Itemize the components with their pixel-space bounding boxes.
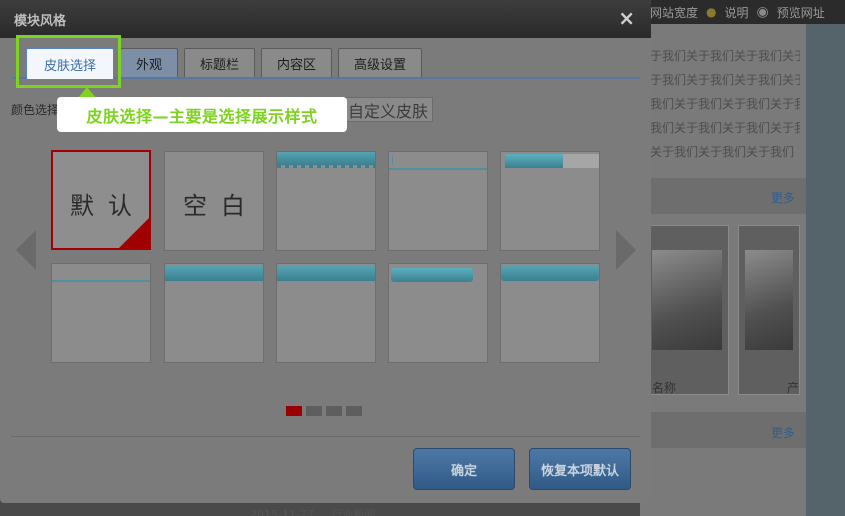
skin-option[interactable] [388,263,488,363]
background-text: 于我们关于我们关于我们关于 于我们关于我们关于我们关于 我们关于我们关于我们关于… [650,44,800,164]
background-image-card: 产 [738,225,800,395]
pager-dot-2[interactable] [306,406,322,416]
news-category[interactable]: 行业新闻 [331,508,375,516]
text-line: 我们关于我们关于我们关于我 [650,121,800,135]
more-link[interactable]: 更多 [771,189,795,206]
background-topbar: 网站宽度 ● 说明 ◉ 预览网址 [640,0,845,24]
skin-preview-bar [165,266,263,281]
skin-preview-bar [277,266,375,281]
skin-option[interactable] [164,263,264,363]
skin-option[interactable] [276,151,376,251]
tab-label: 标题栏 [200,58,240,73]
news-date: 2015-11-27 [250,508,314,516]
lightbulb-icon: ● [706,5,717,19]
product-image [652,250,722,350]
custom-skin-button[interactable]: 自定义皮肤 [343,97,434,122]
skin-preview-bar [505,154,563,168]
background-right-strip [806,24,845,516]
dialog-title: 模块风格 [14,14,67,29]
skin-pager [286,406,362,416]
tab-label: 外观 [136,58,163,73]
pager-dot-4[interactable] [346,406,362,416]
tab-appearance[interactable]: 外观 [120,48,179,78]
annotation-tooltip: 皮肤选择—主要是选择展示样式 [57,97,347,132]
text-line: 于我们关于我们关于我们关于 [650,49,800,63]
skin-preview-bar [391,268,473,282]
tab-content-area[interactable]: 内容区 [261,48,333,78]
preview-link[interactable]: 预览网址 [777,4,825,21]
prev-arrow-icon[interactable] [16,230,36,270]
skin-preview-bar [501,266,599,281]
text-line: 关于我们关于我们关于我们 [650,145,795,159]
background-image-card: 名称 [645,225,729,395]
more-link[interactable]: 更多 [771,424,795,441]
skin-preview-tick [392,156,393,164]
skin-preview-line [52,280,150,282]
skin-default[interactable]: 默认 [51,150,151,250]
selected-corner-icon [119,218,149,248]
text-line: 我们关于我们关于我们关于我 [650,97,800,111]
skin-option[interactable] [500,263,600,363]
text-line: 于我们关于我们关于我们关于 [650,73,800,87]
skin-option[interactable] [51,263,151,363]
site-width-link[interactable]: 网站宽度 [650,4,698,21]
skin-option[interactable] [500,151,600,251]
dialog-titlebar[interactable]: 模块风格 × [0,0,651,38]
pager-dot-1[interactable] [286,406,302,416]
confirm-button[interactable]: 确定 [413,448,515,490]
background-news-row: 2015-11-27 行业新闻 [250,506,375,516]
product-image [745,250,793,350]
tab-advanced-settings[interactable]: 高级设置 [338,48,423,78]
module-style-dialog: 模块风格 × 外观 标题栏 内容区 高级设置 皮肤选择 颜色选择 自定义皮肤 皮… [0,0,651,503]
tab-label: 内容区 [277,58,317,73]
skin-label: 空白 [183,192,259,220]
next-arrow-icon[interactable] [616,230,636,270]
tab-label: 高级设置 [354,58,407,73]
help-link[interactable]: 说明 [725,4,749,21]
skin-option[interactable] [388,151,488,251]
footer-divider [11,436,640,437]
skin-label: 默认 [70,192,146,220]
close-icon[interactable]: × [618,6,635,30]
skin-preview-line [389,168,487,170]
eye-icon: ◉ [756,4,769,20]
image-caption: 产 [787,381,800,395]
restore-default-button[interactable]: 恢复本项默认 [529,448,631,490]
color-select-label: 颜色选择 [11,103,60,117]
tab-titlebar[interactable]: 标题栏 [184,48,256,78]
pager-dot-3[interactable] [326,406,342,416]
skin-blank[interactable]: 空白 [164,151,264,251]
skin-preview-bar [277,152,375,168]
image-caption: 名称 [652,381,677,395]
highlight-box [16,35,121,88]
skin-option[interactable] [276,263,376,363]
skin-preview-grey [563,154,599,168]
